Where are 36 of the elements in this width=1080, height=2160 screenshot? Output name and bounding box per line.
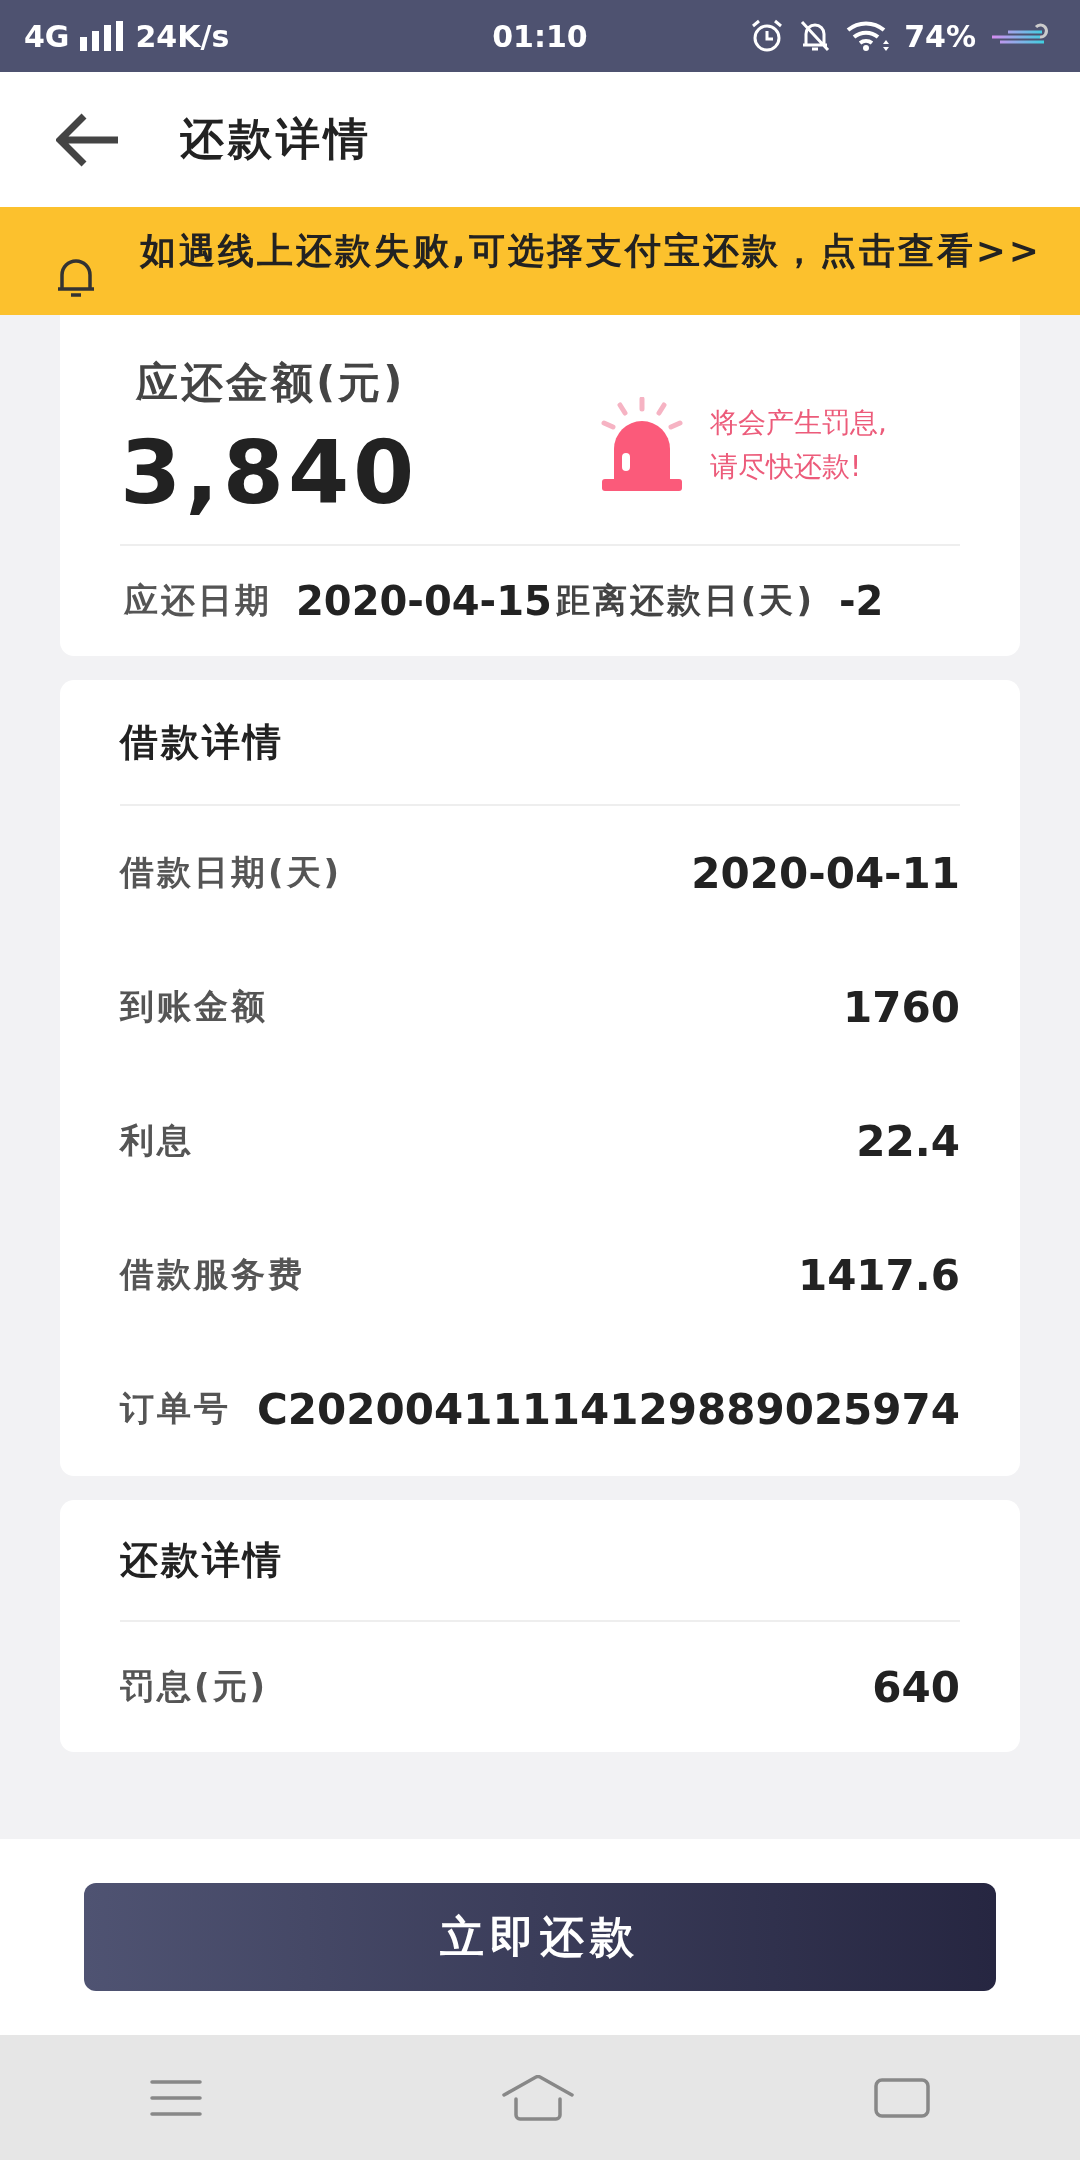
signal-icon: [79, 21, 126, 51]
row-label: 利息: [120, 1119, 194, 1162]
home-icon[interactable]: [502, 2074, 574, 2121]
row-label: 借款日期(天): [120, 851, 343, 894]
battery-level: 74%: [904, 18, 976, 54]
menu-icon[interactable]: [150, 2077, 202, 2118]
network-type: 4G: [24, 18, 70, 54]
network-speed: 24K/s: [135, 18, 230, 54]
siren-icon: [600, 396, 684, 493]
days-label: 距离还款日(天): [555, 579, 815, 622]
row-label: 借款服务费: [120, 1253, 305, 1296]
alarm-icon: [750, 19, 785, 53]
row-value: 1417.6: [797, 1250, 960, 1300]
row-label: 订单号: [120, 1387, 231, 1430]
row-value: 22.4: [856, 1116, 960, 1166]
notice-text: 如遇线上还款失败,可选择支付宝还款，点击查看>>: [139, 229, 1043, 273]
row-value: C20200411114129889025974: [257, 1384, 960, 1434]
row-label: 罚息(元): [120, 1665, 269, 1708]
section-title: 还款详情: [120, 1536, 284, 1584]
due-date-label: 应还日期: [124, 579, 272, 622]
page-title: 还款详情: [180, 112, 372, 166]
back-icon[interactable]: [56, 111, 120, 168]
row-value: 640: [872, 1662, 960, 1712]
amount-label: 应还金额(元): [136, 358, 406, 407]
section-title: 借款详情: [120, 718, 284, 766]
amount-due: 3,840: [120, 421, 419, 524]
days-value: -2: [838, 578, 884, 624]
penalty-warning: 将会产生罚息,请尽快还款!: [710, 404, 888, 485]
row-value: 2020-04-11: [691, 848, 960, 898]
due-date: 2020-04-15: [296, 578, 552, 624]
notice-banner[interactable]: 如遇线上还款失败,可选择支付宝还款，点击查看>>: [0, 207, 1080, 315]
repay-button[interactable]: 立即还款: [84, 1883, 996, 1991]
wifi-icon: [846, 20, 891, 52]
clock: 01:10: [492, 18, 588, 54]
row-value: 1760: [843, 982, 960, 1032]
row-label: 到账金额: [120, 985, 268, 1028]
